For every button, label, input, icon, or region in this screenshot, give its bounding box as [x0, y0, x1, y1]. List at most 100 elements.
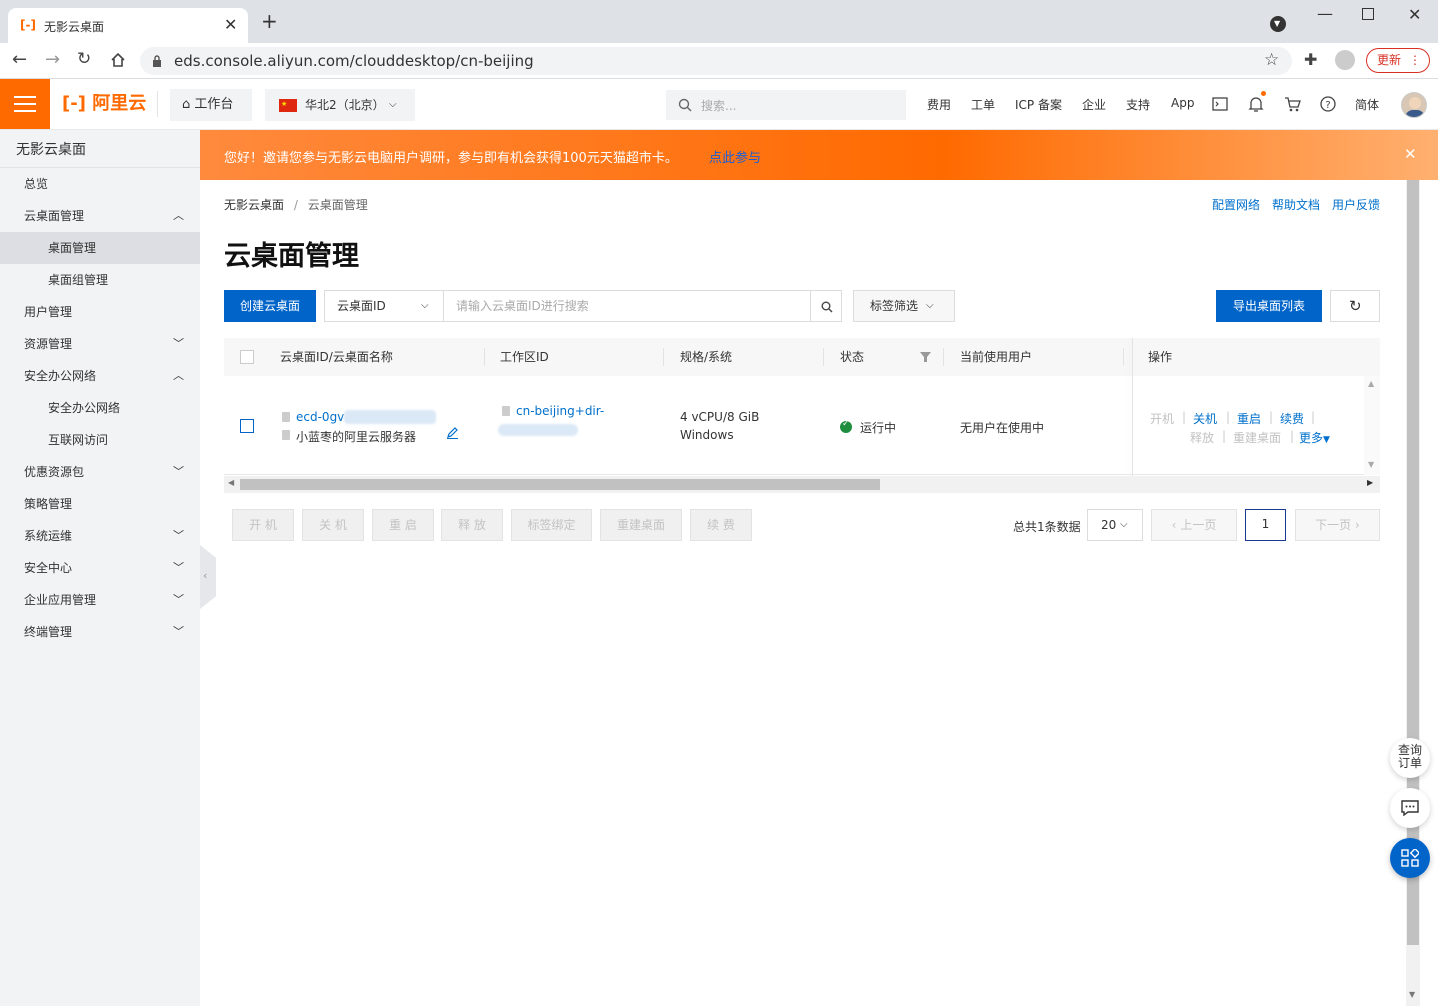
nav-icp[interactable]: ICP 备案 [1015, 96, 1062, 113]
copy-icon[interactable] [502, 406, 510, 416]
region-selector[interactable]: ★ 华北2（北京） ⌵ [265, 89, 415, 121]
sidebar-item-secure-network[interactable]: 安全办公网络 ︿ [0, 360, 200, 392]
maximize-icon[interactable] [1362, 8, 1374, 20]
new-tab-button[interactable]: + [261, 11, 278, 31]
workspace-id-link[interactable]: cn-beijing+dir- [516, 404, 604, 418]
desktop-id-link[interactable]: ecd-0gv [296, 410, 344, 424]
page-number-1[interactable]: 1 [1245, 509, 1286, 541]
sidebar-item-desktops[interactable]: 桌面管理 [0, 232, 200, 264]
desktop-search-input[interactable]: 请输入云桌面ID进行搜索 [443, 290, 811, 322]
feedback-link[interactable]: 用户反馈 [1332, 196, 1380, 213]
banner-link[interactable]: 点此参与 [709, 147, 761, 166]
address-bar[interactable]: eds.console.aliyun.com/clouddesktop/cn-b… [140, 47, 1292, 75]
home-icon[interactable] [110, 52, 126, 68]
minimize-icon[interactable]: — [1317, 4, 1333, 23]
breadcrumb-root[interactable]: 无影云桌面 [224, 198, 284, 212]
nav-fees[interactable]: 费用 [927, 96, 951, 113]
sidebar-item-internet-access[interactable]: 互联网访问 [0, 424, 200, 456]
sidebar-item-resources[interactable]: 资源管理 ﹀ [0, 328, 200, 360]
chrome-update-button[interactable]: 更新 ⋮ [1366, 48, 1430, 73]
back-icon[interactable]: ← [12, 49, 27, 70]
query-order-button[interactable]: 查询订单 [1390, 738, 1430, 778]
action-renew[interactable]: 续费 [1280, 410, 1304, 427]
filter-icon[interactable] [920, 352, 931, 362]
table-horizontal-scrollbar[interactable]: ◀ ▶ [224, 476, 1380, 493]
action-release[interactable]: 释放 [1190, 429, 1214, 446]
action-stop[interactable]: 关机 [1193, 410, 1217, 427]
workbench-button[interactable]: ⌂ 工作台 [170, 89, 252, 121]
action-more[interactable]: 更多▼ [1299, 429, 1330, 446]
profile-avatar-icon[interactable] [1335, 50, 1355, 70]
tab-search-icon[interactable]: ▼ [1270, 16, 1286, 32]
copy-icon[interactable] [282, 430, 290, 440]
batch-start-button[interactable]: 开 机 [232, 509, 294, 541]
create-desktop-button[interactable]: 创建云桌面 [224, 290, 316, 322]
forward-icon[interactable]: → [45, 49, 60, 70]
copy-icon[interactable] [282, 412, 290, 422]
sidebar-item-security[interactable]: 安全中心 ﹀ [0, 552, 200, 584]
batch-rebuild-button[interactable]: 重建桌面 [600, 509, 682, 541]
batch-stop-button[interactable]: 关 机 [302, 509, 364, 541]
help-icon[interactable]: ? [1320, 96, 1336, 112]
terminal-icon[interactable] [1212, 97, 1228, 111]
sidebar-item-secure-network-sub[interactable]: 安全办公网络 [0, 392, 200, 424]
prev-page-button[interactable]: ‹ 上一页 [1151, 509, 1237, 541]
bookmark-star-icon[interactable]: ☆ [1264, 50, 1279, 70]
tag-filter-button[interactable]: 标签筛选 ⌵ [853, 290, 955, 322]
batch-restart-button[interactable]: 重 启 [372, 509, 434, 541]
sidebar-collapse-handle[interactable]: ‹ [200, 545, 216, 609]
help-docs-link[interactable]: 帮助文档 [1272, 196, 1320, 213]
sidebar-item-apps[interactable]: 企业应用管理 ﹀ [0, 584, 200, 616]
user-avatar[interactable] [1401, 92, 1427, 118]
cart-icon[interactable] [1284, 96, 1301, 112]
action-start[interactable]: 开机 [1150, 410, 1174, 427]
sidebar-item-desktop-groups[interactable]: 桌面组管理 [0, 264, 200, 296]
batch-renew-button[interactable]: 续 费 [690, 509, 752, 541]
action-rebuild[interactable]: 重建桌面 [1233, 429, 1281, 446]
menu-toggle-button[interactable] [0, 79, 50, 129]
language-switch[interactable]: 简体 [1355, 96, 1379, 113]
action-restart[interactable]: 重启 [1237, 410, 1261, 427]
sidebar-item-desktop-mgmt[interactable]: 云桌面管理 ︿ [0, 200, 200, 232]
sidebar-item-ops[interactable]: 系统运维 ﹀ [0, 520, 200, 552]
config-network-link[interactable]: 配置网络 [1212, 196, 1260, 213]
sidebar-item-overview[interactable]: 总览 [0, 168, 200, 200]
export-list-button[interactable]: 导出桌面列表 [1216, 290, 1322, 322]
sidebar-item-users[interactable]: 用户管理 [0, 296, 200, 328]
apps-button[interactable] [1390, 838, 1430, 878]
select-all-checkbox[interactable] [240, 350, 254, 364]
global-search[interactable]: 搜索... [666, 90, 906, 120]
page-scrollbar-thumb[interactable] [1407, 180, 1419, 945]
banner-close-icon[interactable]: ✕ [1404, 145, 1417, 163]
scroll-down-icon[interactable]: ▼ [1368, 460, 1374, 469]
chat-button[interactable] [1390, 788, 1430, 828]
close-window-icon[interactable]: ✕ [1408, 5, 1421, 24]
browser-tab[interactable]: [-] 无影云桌面 ✕ [8, 8, 248, 43]
page-size-select[interactable]: 20 ⌵ [1087, 509, 1143, 541]
scroll-down-icon[interactable]: ▼ [1409, 990, 1415, 999]
scroll-right-icon[interactable]: ▶ [1367, 478, 1373, 487]
edit-pencil-icon[interactable] [446, 426, 459, 439]
row-checkbox[interactable] [240, 419, 254, 433]
next-page-button[interactable]: 下一页 › [1295, 509, 1380, 541]
reload-icon[interactable]: ↻ [77, 49, 91, 69]
bell-icon[interactable] [1248, 95, 1264, 113]
aliyun-logo[interactable]: [-] 阿里云 [62, 93, 146, 115]
scroll-up-icon[interactable]: ▲ [1368, 379, 1374, 388]
tab-close-icon[interactable]: ✕ [224, 15, 237, 34]
refresh-button[interactable]: ↻ [1330, 290, 1380, 322]
page-scrollbar[interactable]: ▼ [1406, 180, 1420, 1006]
batch-release-button[interactable]: 释 放 [441, 509, 503, 541]
extensions-icon[interactable]: ✚ [1304, 50, 1317, 69]
scroll-left-icon[interactable]: ◀ [228, 478, 234, 487]
filter-field-select[interactable]: 云桌面ID ⌵ [324, 290, 444, 322]
sidebar-item-packages[interactable]: 优惠资源包 ﹀ [0, 456, 200, 488]
nav-support[interactable]: 支持 [1126, 96, 1150, 113]
batch-tag-bind-button[interactable]: 标签绑定 [511, 509, 592, 541]
nav-tickets[interactable]: 工单 [971, 96, 995, 113]
nav-enterprise[interactable]: 企业 [1082, 96, 1106, 113]
sidebar-item-terminals[interactable]: 终端管理 ﹀ [0, 616, 200, 648]
nav-app[interactable]: App [1171, 96, 1194, 110]
sidebar-item-policies[interactable]: 策略管理 [0, 488, 200, 520]
search-button[interactable] [810, 290, 842, 322]
